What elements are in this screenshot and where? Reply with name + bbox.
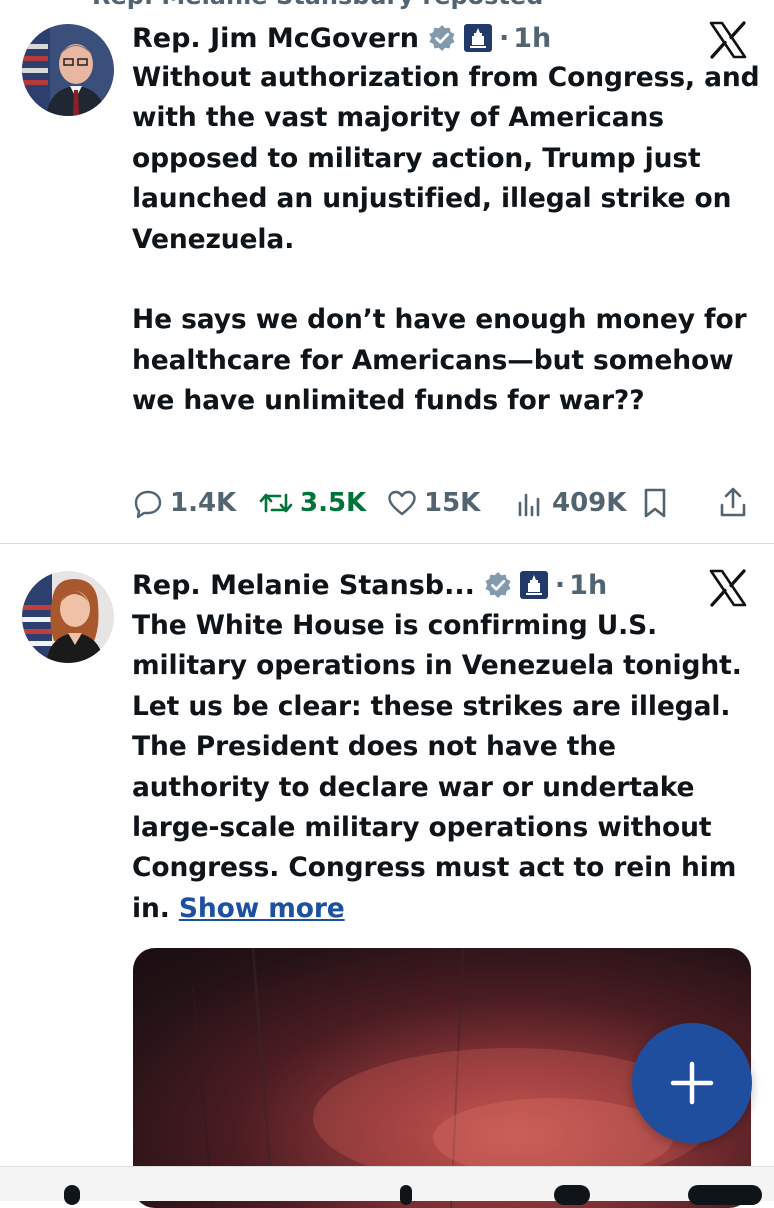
verified-badge-icon (485, 572, 511, 598)
like-button[interactable]: 15K (386, 483, 480, 523)
tweet-2-body: The White House is confirming U.S. milit… (132, 610, 751, 924)
bookmark-icon[interactable] (641, 483, 669, 523)
avatar-melanie-stansbury[interactable] (22, 571, 114, 663)
tweet-1-text: Without authorization from Congress, and… (132, 62, 760, 417)
tweet-2-header: Rep. Melanie Stansb... · 1h (132, 565, 607, 605)
x-logo-icon (709, 21, 747, 59)
tweet-1-header: Rep. Jim McGovern · 1h (132, 18, 551, 58)
repost-icon (259, 493, 293, 513)
timestamp[interactable]: 1h (513, 23, 551, 54)
views-count: 409K (552, 488, 627, 518)
share-icon[interactable] (718, 483, 748, 523)
views-icon (518, 493, 540, 517)
separator-dot: · (498, 22, 510, 54)
avatar-jim-mcgovern[interactable] (22, 24, 114, 116)
repost-context-label: Rep. Melanie Stansbury reposted (92, 0, 543, 10)
government-capitol-icon (519, 571, 548, 599)
show-more-link[interactable]: Show more (179, 893, 345, 924)
like-icon (388, 490, 416, 516)
reply-button[interactable]: 1.4K (132, 483, 236, 523)
views-button[interactable]: 409K (514, 483, 626, 523)
nav-home-tab[interactable] (64, 1185, 80, 1205)
compose-post-button[interactable] (632, 1023, 752, 1143)
x-logo-icon (709, 569, 747, 607)
bottom-nav-bar (0, 1166, 774, 1205)
reply-icon (134, 490, 162, 519)
author-name[interactable]: Rep. Melanie Stansb... (132, 570, 475, 601)
author-name[interactable]: Rep. Jim McGovern (132, 23, 419, 54)
nav-grok-tab[interactable] (400, 1185, 412, 1205)
repost-button[interactable]: 3.5K (258, 483, 366, 523)
government-capitol-icon (463, 24, 492, 52)
like-count: 15K (424, 488, 481, 518)
repost-context: Rep. Melanie Stansbury reposted (0, 0, 774, 10)
tweet-divider (0, 543, 774, 544)
verified-badge-icon (429, 25, 455, 51)
separator-dot: · (554, 569, 566, 601)
plus-icon (670, 1061, 714, 1105)
nav-messages-tab[interactable] (688, 1185, 762, 1205)
reply-count: 1.4K (170, 488, 237, 518)
repost-count: 3.5K (300, 488, 367, 518)
tweet-2-text: The White House is confirming U.S. milit… (132, 606, 762, 929)
timestamp[interactable]: 1h (569, 570, 607, 601)
nav-notifications-tab[interactable] (554, 1185, 590, 1205)
tweet-1-actions: 1.4K 3.5K 15K 409K (132, 483, 752, 523)
